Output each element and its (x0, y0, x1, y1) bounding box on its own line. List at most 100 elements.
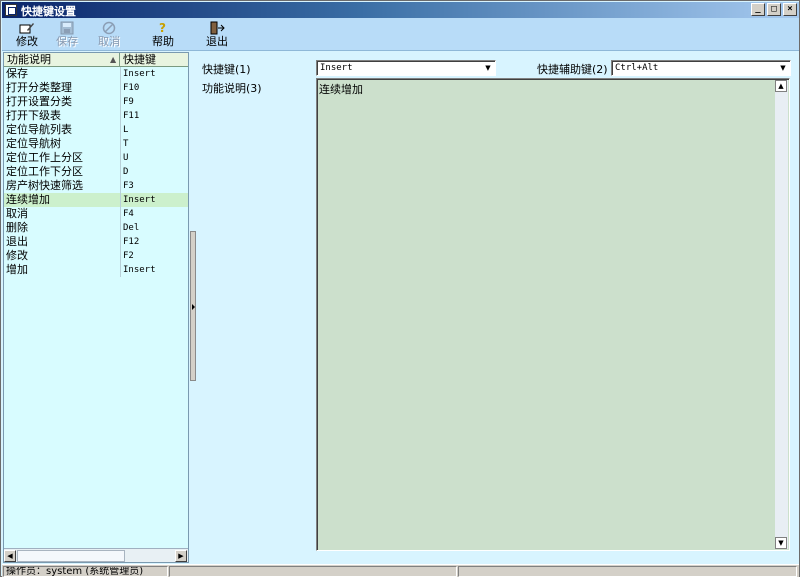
row-function: 保存 (6, 67, 28, 80)
cancel-icon (101, 21, 117, 35)
row-function: 定位导航树 (6, 137, 61, 150)
row-function: 增加 (6, 263, 28, 276)
table-row[interactable]: 取消 F4 (4, 207, 188, 221)
detail-panel: 快捷键(1) Insert ▼ 快捷辅助键(2) Ctrl+Alt ▼ 功能说明… (197, 52, 799, 563)
table-row[interactable]: 连续增加 Insert (4, 193, 188, 207)
table-row[interactable]: 房产树快速筛选 F3 (4, 179, 188, 193)
column-divider (120, 193, 121, 207)
column-divider (120, 123, 121, 137)
column-header-function[interactable]: 功能说明 (4, 53, 120, 66)
help-icon: ? (155, 21, 171, 35)
app-icon (5, 4, 17, 16)
edit-icon (19, 21, 35, 35)
column-divider (120, 165, 121, 179)
shortcut-settings-window: 快捷键设置 _ □ × 修改 保存 取消 ? 帮助 退出 功能说明 ▲ 快捷键 … (0, 0, 800, 577)
row-shortcut: F9 (123, 97, 134, 107)
status-panel-3 (458, 566, 797, 577)
row-shortcut: T (123, 139, 129, 149)
row-function: 连续增加 (6, 193, 50, 206)
table-row[interactable]: 退出 F12 (4, 235, 188, 249)
maximize-button[interactable]: □ (767, 3, 781, 16)
close-button[interactable]: × (783, 3, 797, 16)
list-rows: 保存 Insert 打开分类整理 F10 打开设置分类 F9 打开下级表 F11 定位导航列表 L… (4, 67, 188, 277)
row-function: 定位导航列表 (6, 123, 72, 136)
chevron-down-icon[interactable]: ▼ (777, 62, 789, 74)
scroll-up-icon[interactable]: ▲ (775, 80, 787, 92)
table-row[interactable]: 增加 Insert (4, 263, 188, 277)
column-divider (120, 249, 121, 263)
help-button[interactable]: ? 帮助 (140, 19, 186, 50)
column-divider (120, 235, 121, 249)
window-title: 快捷键设置 (21, 5, 76, 18)
row-function: 打开下级表 (6, 109, 61, 122)
modifier-label: 快捷辅助键(2) (537, 63, 608, 76)
sort-ascending-icon: ▲ (110, 55, 117, 64)
column-header-shortcut[interactable]: 快捷键 (121, 53, 156, 66)
toolbar: 修改 保存 取消 ? 帮助 退出 (2, 18, 799, 51)
chevron-down-icon[interactable]: ▼ (482, 62, 494, 74)
save-button[interactable]: 保存 (44, 19, 90, 50)
row-shortcut: F2 (123, 251, 134, 261)
row-function: 打开分类整理 (6, 81, 72, 94)
row-shortcut: U (123, 153, 129, 163)
column-divider (120, 263, 121, 277)
status-bar: 操作员：system (系统管理员) (2, 564, 799, 577)
exit-button[interactable]: 退出 (194, 19, 240, 50)
horizontal-scrollbar[interactable]: ◀ ▶ (4, 548, 188, 562)
table-row[interactable]: 删除 Del (4, 221, 188, 235)
vertical-scrollbar[interactable]: ▲ ▼ (775, 80, 788, 549)
table-row[interactable]: 定位导航列表 L (4, 123, 188, 137)
row-function: 退出 (6, 235, 28, 248)
shortcut-label: 快捷键(1) (202, 63, 251, 76)
column-divider (120, 81, 121, 95)
scroll-left-icon[interactable]: ◀ (4, 550, 16, 562)
column-divider (120, 109, 121, 123)
svg-text:?: ? (159, 21, 166, 35)
cancel-button[interactable]: 取消 (86, 19, 132, 50)
table-row[interactable]: 打开分类整理 F10 (4, 81, 188, 95)
column-divider (120, 67, 121, 81)
shortcut-select[interactable]: Insert ▼ (316, 60, 496, 76)
table-row[interactable]: 定位工作上分区 U (4, 151, 188, 165)
scroll-right-icon[interactable]: ▶ (175, 550, 187, 562)
row-shortcut: D (123, 167, 129, 177)
column-divider (120, 151, 121, 165)
row-shortcut: Insert (123, 69, 156, 79)
list-header: 功能说明 ▲ 快捷键 (4, 53, 188, 67)
row-shortcut: F11 (123, 111, 140, 121)
row-shortcut: L (123, 125, 129, 135)
description-textarea[interactable]: 连续增加 ▲ ▼ (316, 78, 790, 551)
table-row[interactable]: 修改 F2 (4, 249, 188, 263)
table-row[interactable]: 定位工作下分区 D (4, 165, 188, 179)
row-shortcut: F12 (123, 237, 140, 247)
row-function: 修改 (6, 249, 28, 262)
modifier-select[interactable]: Ctrl+Alt ▼ (611, 60, 791, 76)
status-panel-2 (169, 566, 457, 577)
row-function: 打开设置分类 (6, 95, 72, 108)
row-function: 定位工作上分区 (6, 151, 83, 164)
row-function: 取消 (6, 207, 28, 220)
row-function: 删除 (6, 221, 28, 234)
description-label: 功能说明(3) (202, 82, 262, 95)
save-icon (59, 21, 75, 35)
row-shortcut: F10 (123, 83, 140, 93)
column-divider (120, 137, 121, 151)
row-shortcut: F3 (123, 181, 134, 191)
table-row[interactable]: 保存 Insert (4, 67, 188, 81)
column-divider (120, 179, 121, 193)
title-bar[interactable]: 快捷键设置 _ □ × (2, 2, 799, 18)
minimize-button[interactable]: _ (751, 3, 765, 16)
scroll-thumb[interactable] (17, 550, 125, 562)
scroll-down-icon[interactable]: ▼ (775, 537, 787, 549)
row-function: 房产树快速筛选 (6, 179, 83, 192)
table-row[interactable]: 定位导航树 T (4, 137, 188, 151)
panel-splitter[interactable] (190, 231, 196, 381)
table-row[interactable]: 打开设置分类 F9 (4, 95, 188, 109)
column-divider (120, 221, 121, 235)
row-shortcut: F4 (123, 209, 134, 219)
row-shortcut: Insert (123, 195, 156, 205)
row-function: 定位工作下分区 (6, 165, 83, 178)
column-divider (120, 207, 121, 221)
row-shortcut: Insert (123, 265, 156, 275)
table-row[interactable]: 打开下级表 F11 (4, 109, 188, 123)
